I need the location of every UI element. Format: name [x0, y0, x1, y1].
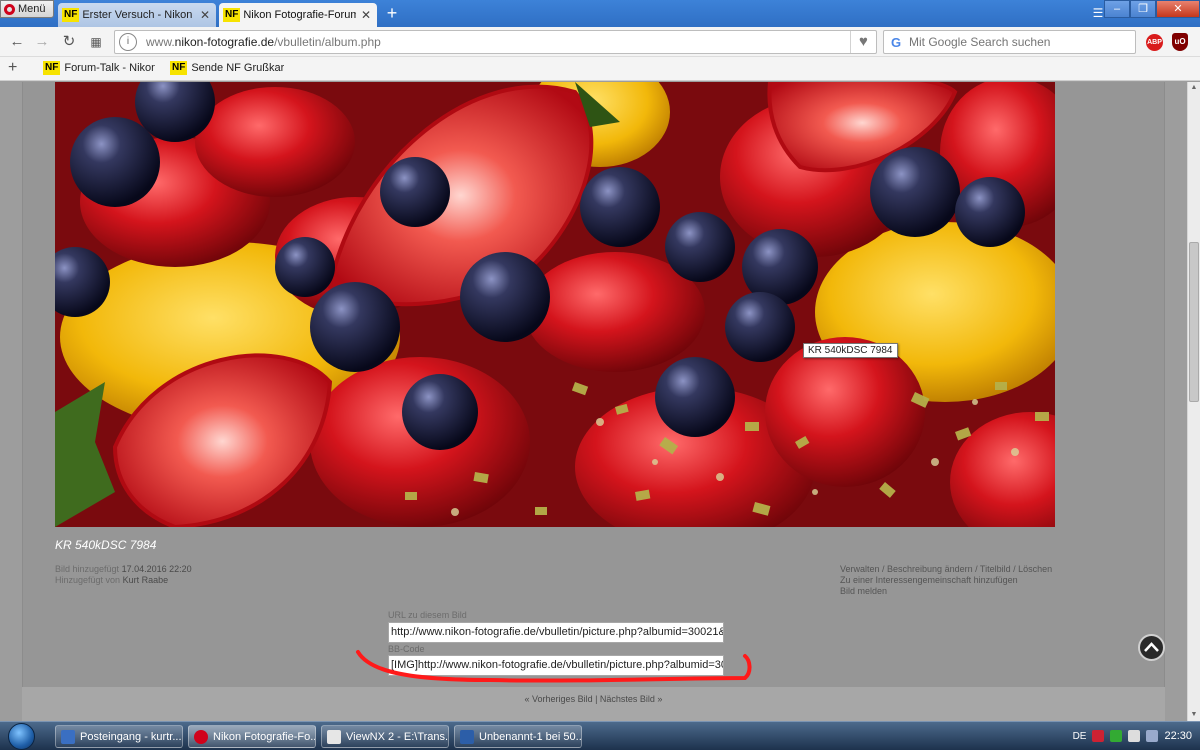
address-field[interactable]: i www.nikon-fotografie.de/vbulletin/albu… [114, 30, 877, 54]
search-input[interactable] [909, 35, 1129, 49]
url-label: URL zu diesem Bild [388, 610, 467, 620]
url-field[interactable]: http://www.nikon-fotografie.de/vbulletin… [388, 622, 724, 643]
task-photoshop[interactable]: Unbenannt-1 bei 50... [454, 725, 582, 748]
task-thunderbird[interactable]: Posteingang - kurtr... [55, 725, 183, 748]
close-window-button[interactable]: ✕ [1156, 0, 1200, 18]
tray-icon[interactable] [1110, 730, 1123, 742]
task-label: ViewNX 2 - E:\Trans... [346, 730, 449, 743]
bookmark-label: Forum-Talk - Nikon F [64, 62, 155, 74]
forward-icon[interactable]: → [32, 32, 52, 52]
scroll-thumb[interactable] [1189, 242, 1199, 402]
tab-nikon-forum[interactable]: NF Nikon Fotografie-Forum - ✕ [219, 3, 377, 27]
opera-icon [194, 729, 208, 744]
viewnx-icon [327, 729, 341, 744]
mail-icon [61, 729, 75, 744]
address-toolbar: ← → ↻ ▦ i www.nikon-fotografie.de/vbulle… [0, 27, 1200, 57]
picture-title: KR 540kDSC 7984 [55, 538, 157, 552]
window-controls: – ❐ ✕ [1104, 0, 1200, 18]
speed-dial-icon[interactable]: ▦ [86, 32, 106, 52]
red-annotation-stroke [356, 650, 752, 683]
added-value: 17.04.2016 22:20 [121, 564, 192, 574]
minimize-button[interactable]: – [1104, 0, 1130, 18]
manage-links[interactable]: Verwalten / Beschreibung ändern / Titelb… [840, 564, 1052, 575]
globe-icon: i [119, 33, 137, 51]
clock[interactable]: 22:30 [1164, 730, 1192, 742]
bookmark-grusskarte[interactable]: NF Sende NF Grußkarte ( [170, 61, 284, 75]
back-icon[interactable]: ← [7, 32, 27, 52]
nf-favicon: NF [62, 8, 80, 22]
heart-icon[interactable]: ♥ [850, 31, 876, 53]
search-field[interactable]: G [883, 30, 1136, 54]
fruit-tart-photo [55, 82, 1055, 527]
pager-band: « Vorheriges Bild | Nächstes Bild » [22, 687, 1165, 721]
tab-erster-versuch[interactable]: NF Erster Versuch - Nikon Foto ✕ [58, 3, 216, 27]
scroll-down-icon[interactable]: ▼ [1188, 709, 1200, 721]
nf-favicon: NF [223, 8, 241, 22]
network-icon[interactable] [1128, 730, 1141, 742]
tab-bar: Menü NF Erster Versuch - Nikon Foto ✕ NF… [0, 0, 1200, 27]
task-opera[interactable]: Nikon Fotografie-Fo... [188, 725, 316, 748]
task-viewnx[interactable]: ViewNX 2 - E:\Trans... [321, 725, 449, 748]
ublock-icon[interactable]: uO [1172, 33, 1188, 51]
opera-menu-button[interactable]: Menü [0, 0, 54, 18]
picture-actions: Verwalten / Beschreibung ändern / Titelb… [840, 564, 1052, 597]
nf-favicon: NF [43, 61, 61, 75]
close-icon[interactable]: ✕ [198, 8, 212, 22]
tab-title: Nikon Fotografie-Forum - [243, 9, 356, 21]
bookmark-label: Sende NF Grußkarte ( [191, 62, 284, 74]
menu-label: Menü [18, 3, 46, 15]
bookmark-forum-talk[interactable]: NF Forum-Talk - Nikon F [43, 61, 155, 75]
system-tray: DE 22:30 [1073, 722, 1200, 750]
report-picture-link[interactable]: Bild melden [840, 586, 1052, 597]
vertical-scrollbar[interactable]: ▲ ▼ [1187, 82, 1200, 721]
photoshop-icon [460, 729, 474, 744]
windows-taskbar: Posteingang - kurtr... Nikon Fotografie-… [0, 721, 1200, 750]
language-indicator[interactable]: DE [1073, 731, 1087, 742]
added-label: Bild hinzugefügt [55, 564, 120, 574]
close-icon[interactable]: ✕ [359, 8, 373, 22]
volume-icon[interactable] [1146, 730, 1159, 742]
maximize-button[interactable]: ❐ [1130, 0, 1156, 18]
picture-meta: Bild hinzugefügt 17.04.2016 22:20 Hinzug… [55, 564, 192, 586]
google-icon: G [891, 34, 902, 50]
windows-start-icon [8, 723, 35, 750]
reload-icon[interactable]: ↻ [59, 32, 79, 52]
picture-tooltip: KR 540kDSC 7984 [803, 343, 898, 358]
bookmarks-bar: + NF Forum-Talk - Nikon F NF Sende NF Gr… [0, 57, 1200, 81]
task-label: Unbenannt-1 bei 50... [479, 730, 582, 743]
by-label: Hinzugefügt von [55, 575, 121, 585]
scroll-up-icon[interactable]: ▲ [1188, 82, 1200, 94]
by-value[interactable]: Kurt Raabe [123, 575, 169, 585]
url-text[interactable]: www.nikon-fotografie.de/vbulletin/album.… [146, 35, 850, 49]
picture-pager[interactable]: « Vorheriges Bild | Nächstes Bild » [22, 694, 1165, 704]
task-label: Nikon Fotografie-Fo... [213, 730, 316, 743]
scroll-to-top-icon[interactable] [1138, 634, 1165, 661]
adblock-icon[interactable]: ABP [1146, 34, 1163, 51]
tray-icon[interactable] [1092, 730, 1105, 742]
new-tab-button[interactable]: + [382, 3, 402, 23]
task-label: Posteingang - kurtr... [80, 730, 182, 743]
add-bookmark-icon[interactable]: + [8, 59, 17, 77]
album-picture[interactable] [55, 82, 1055, 527]
opera-icon [4, 3, 15, 15]
add-to-group-link[interactable]: Zu einer Interessengemeinschaft hinzufüg… [840, 575, 1052, 586]
nf-favicon: NF [170, 61, 188, 75]
tab-title: Erster Versuch - Nikon Foto [82, 9, 195, 21]
page-viewport: KR 540kDSC 7984 KR 540kDSC 7984 Bild hin… [0, 82, 1187, 721]
windows-start-button[interactable] [2, 722, 42, 750]
